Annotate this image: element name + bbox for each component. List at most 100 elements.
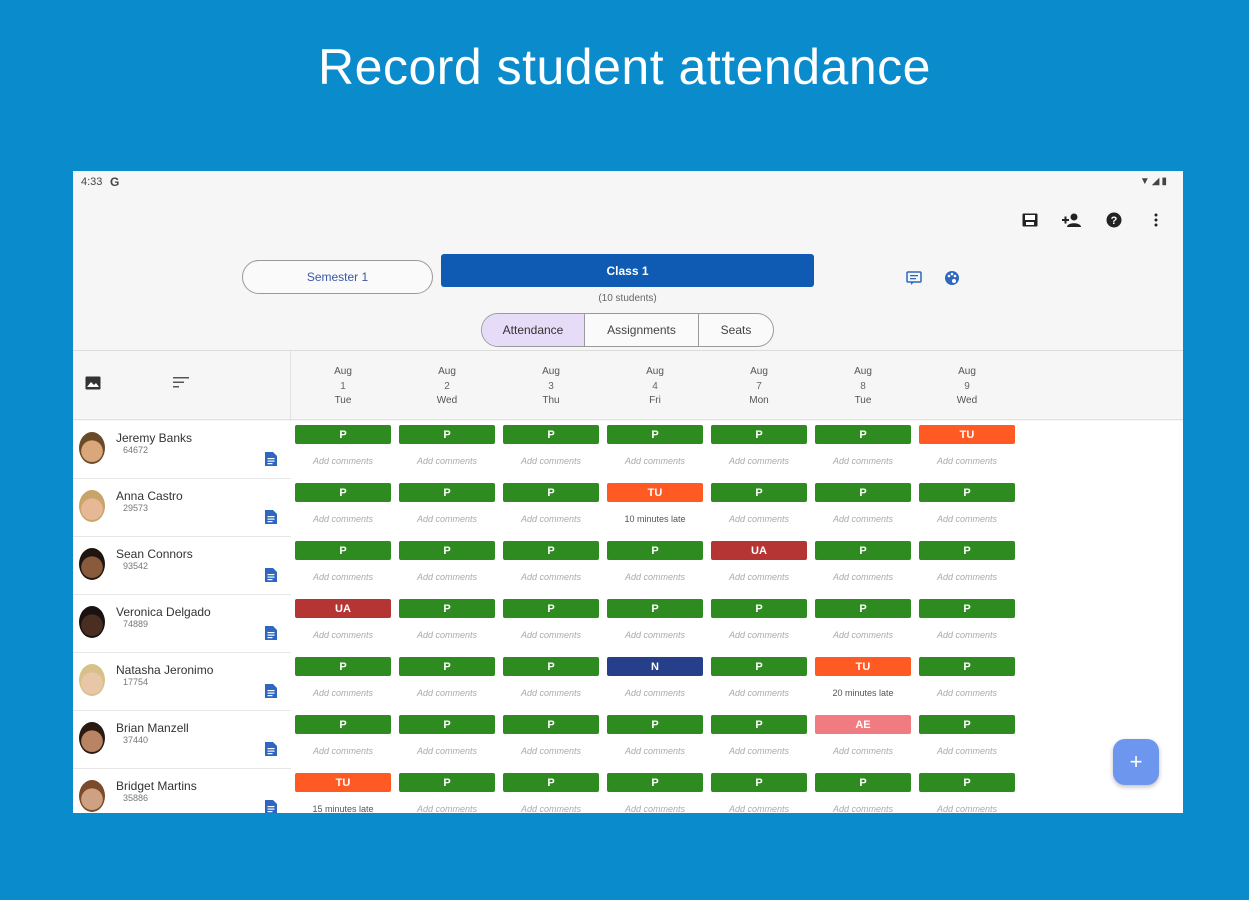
save-icon[interactable] (1019, 209, 1041, 231)
attendance-cell[interactable]: P (295, 541, 391, 560)
comment-field[interactable]: Add comments (711, 572, 807, 582)
attendance-cell[interactable]: P (399, 773, 495, 792)
comment-field[interactable]: Add comments (711, 746, 807, 756)
add-person-icon[interactable] (1061, 209, 1083, 231)
attendance-cell[interactable]: P (919, 541, 1015, 560)
comment-field[interactable]: Add comments (607, 688, 703, 698)
date-header-1[interactable]: Aug 2 Wed (399, 365, 495, 409)
comment-field[interactable]: Add comments (711, 514, 807, 524)
attendance-cell[interactable]: P (815, 541, 911, 560)
tab-seats[interactable]: Seats (699, 314, 773, 346)
comment-field[interactable]: Add comments (607, 804, 703, 813)
comment-field[interactable]: 20 minutes late (815, 688, 911, 698)
attendance-cell[interactable]: P (399, 483, 495, 502)
attendance-cell[interactable]: P (607, 541, 703, 560)
attendance-cell[interactable]: P (711, 425, 807, 444)
avatar[interactable] (79, 548, 105, 580)
comment-field[interactable]: Add comments (919, 804, 1015, 813)
attendance-cell[interactable]: UA (295, 599, 391, 618)
attendance-cell[interactable]: TU (607, 483, 703, 502)
student-name[interactable]: Sean Connors (116, 547, 193, 561)
comment-field[interactable]: Add comments (815, 630, 911, 640)
palette-icon[interactable] (941, 267, 963, 289)
notes-doc-icon[interactable] (265, 800, 277, 813)
comment-field[interactable]: Add comments (919, 688, 1015, 698)
notes-doc-icon[interactable] (265, 742, 277, 756)
attendance-cell[interactable]: P (503, 425, 599, 444)
comment-field[interactable]: Add comments (399, 572, 495, 582)
comment-field[interactable]: Add comments (295, 572, 391, 582)
attendance-cell[interactable]: P (919, 483, 1015, 502)
class-selector[interactable]: Class 1 (441, 254, 814, 287)
attendance-cell[interactable]: P (503, 773, 599, 792)
attendance-cell[interactable]: P (399, 599, 495, 618)
comment-field[interactable]: Add comments (503, 514, 599, 524)
avatar[interactable] (79, 664, 105, 696)
date-header-0[interactable]: Aug 1 Tue (295, 365, 391, 409)
comment-field[interactable]: Add comments (919, 746, 1015, 756)
attendance-cell[interactable]: AE (815, 715, 911, 734)
comment-field[interactable]: Add comments (815, 572, 911, 582)
comment-field[interactable]: Add comments (503, 804, 599, 813)
comment-field[interactable]: Add comments (815, 456, 911, 466)
attendance-cell[interactable]: P (399, 425, 495, 444)
comment-field[interactable]: Add comments (399, 630, 495, 640)
attendance-cell[interactable]: P (607, 599, 703, 618)
student-name[interactable]: Anna Castro (116, 489, 183, 503)
attendance-cell[interactable]: P (815, 773, 911, 792)
comment-field[interactable]: Add comments (503, 572, 599, 582)
comment-field[interactable]: Add comments (711, 688, 807, 698)
tab-attendance[interactable]: Attendance (482, 314, 585, 346)
attendance-cell[interactable]: P (399, 715, 495, 734)
date-header-2[interactable]: Aug 3 Thu (503, 365, 599, 409)
attendance-cell[interactable]: P (815, 425, 911, 444)
attendance-cell[interactable]: TU (295, 773, 391, 792)
notes-doc-icon[interactable] (265, 626, 277, 640)
avatar[interactable] (79, 722, 105, 754)
comment-field[interactable]: Add comments (711, 456, 807, 466)
comment-field[interactable]: Add comments (711, 804, 807, 813)
attendance-cell[interactable]: P (711, 599, 807, 618)
notes-doc-icon[interactable] (265, 568, 277, 582)
comment-field[interactable]: Add comments (503, 630, 599, 640)
avatar[interactable] (79, 432, 105, 464)
attendance-cell[interactable]: P (399, 657, 495, 676)
comment-field[interactable]: Add comments (815, 514, 911, 524)
add-fab-button[interactable]: + (1113, 739, 1159, 785)
attendance-cell[interactable]: P (607, 425, 703, 444)
comment-field[interactable]: Add comments (295, 514, 391, 524)
notes-doc-icon[interactable] (265, 510, 277, 524)
comment-field[interactable]: Add comments (607, 572, 703, 582)
attendance-cell[interactable]: P (503, 715, 599, 734)
student-name[interactable]: Brian Manzell (116, 721, 189, 735)
attendance-cell[interactable]: P (503, 483, 599, 502)
sort-icon[interactable] (173, 375, 193, 393)
attendance-cell[interactable]: P (607, 715, 703, 734)
tab-assignments[interactable]: Assignments (585, 314, 699, 346)
attendance-cell[interactable]: P (711, 773, 807, 792)
comment-field[interactable]: Add comments (919, 572, 1015, 582)
attendance-cell[interactable]: P (919, 599, 1015, 618)
attendance-cell[interactable]: P (815, 599, 911, 618)
attendance-cell[interactable]: P (711, 715, 807, 734)
avatar[interactable] (79, 490, 105, 522)
comment-field[interactable]: Add comments (399, 746, 495, 756)
avatar[interactable] (79, 780, 105, 812)
attendance-cell[interactable]: P (295, 657, 391, 676)
comment-field[interactable]: 10 minutes late (607, 514, 703, 524)
comment-icon[interactable] (903, 267, 925, 289)
comment-field[interactable]: Add comments (295, 688, 391, 698)
comment-field[interactable]: Add comments (295, 456, 391, 466)
comment-field[interactable]: Add comments (919, 514, 1015, 524)
comment-field[interactable]: Add comments (919, 456, 1015, 466)
date-header-6[interactable]: Aug 9 Wed (919, 365, 1015, 409)
comment-field[interactable]: Add comments (503, 456, 599, 466)
attendance-cell[interactable]: TU (815, 657, 911, 676)
image-icon[interactable] (85, 376, 103, 392)
avatar[interactable] (79, 606, 105, 638)
attendance-cell[interactable]: P (503, 599, 599, 618)
comment-field[interactable]: Add comments (607, 456, 703, 466)
attendance-cell[interactable]: UA (711, 541, 807, 560)
attendance-cell[interactable]: P (295, 483, 391, 502)
attendance-cell[interactable]: P (815, 483, 911, 502)
